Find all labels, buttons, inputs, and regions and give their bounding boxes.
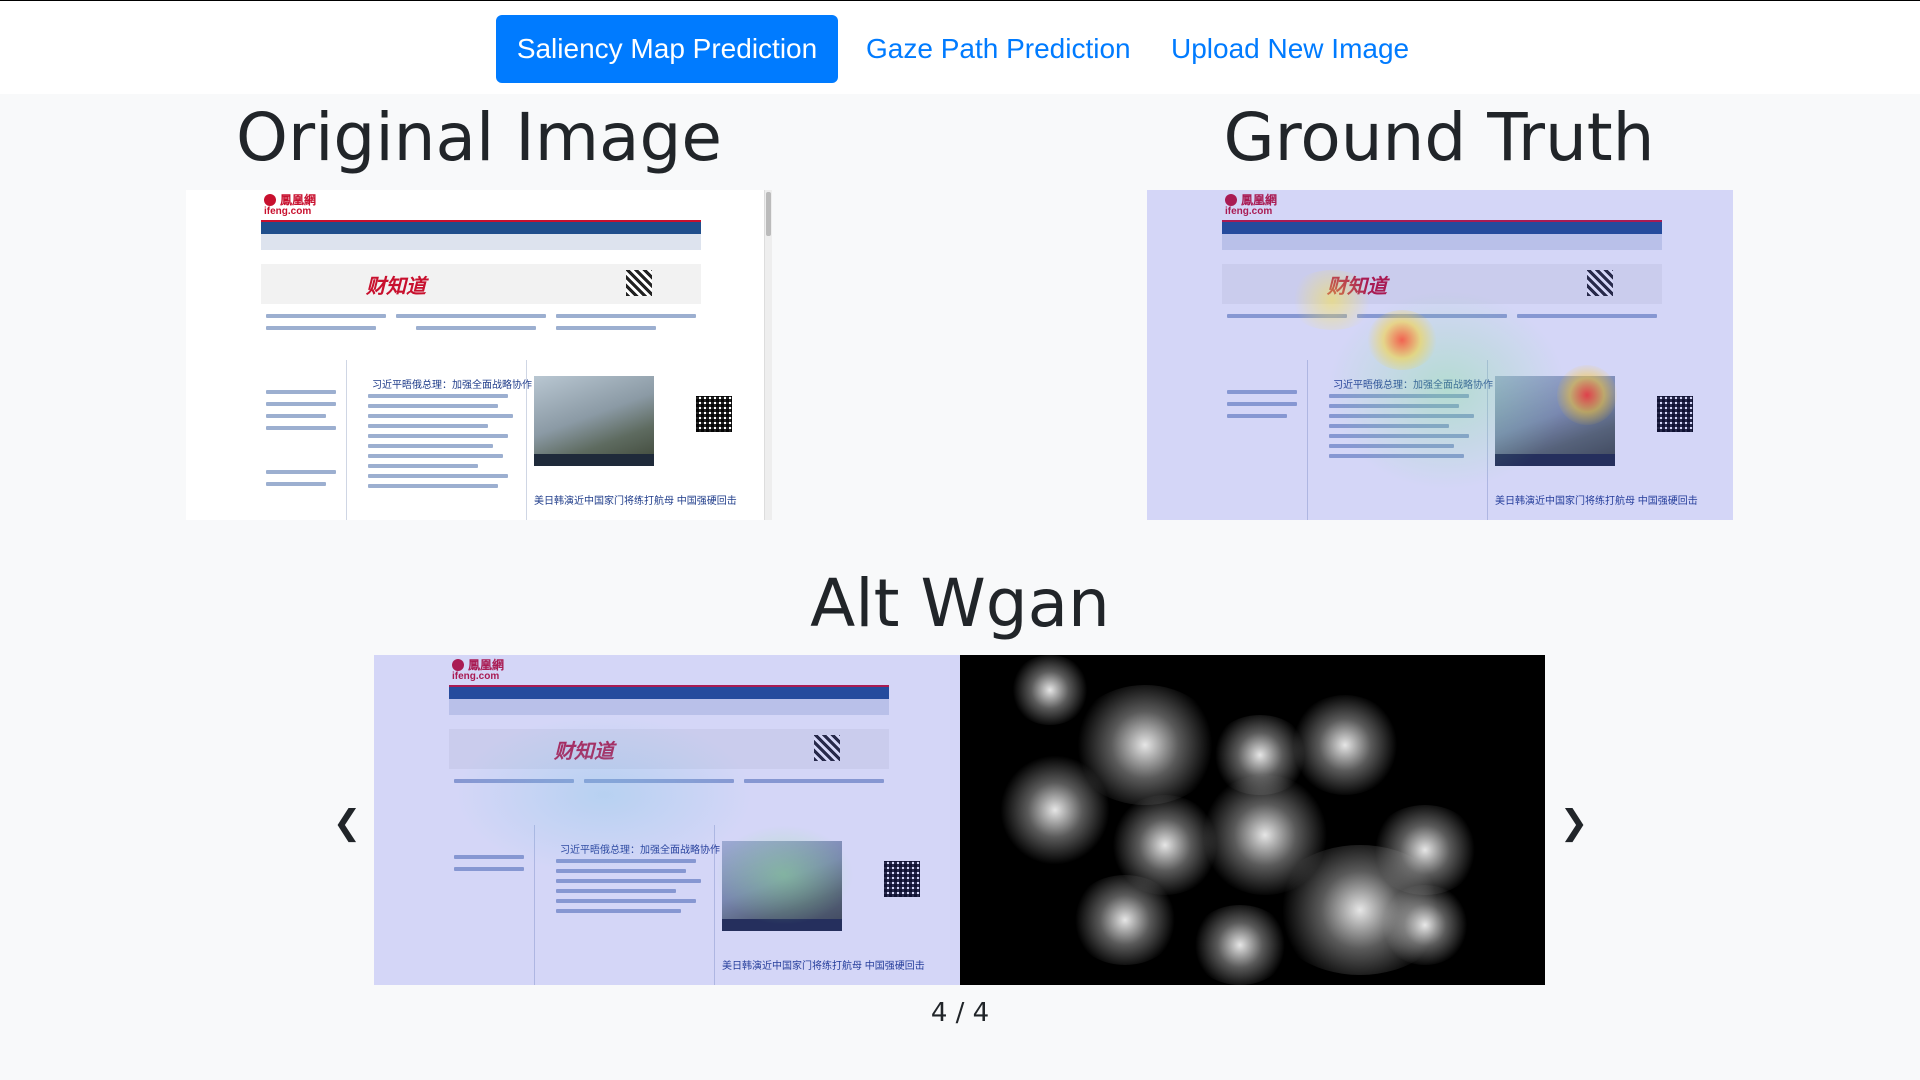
webpage-header: 鳳凰網 ifeng.com — [374, 655, 960, 685]
ifeng-logo-icon — [452, 659, 464, 671]
original-image: 鳳凰網 ifeng.com 财知道 习近平晤俄总理：加强全面战略协作 美日韩演近… — [186, 190, 772, 520]
webpage-scrollbar — [764, 190, 772, 520]
chevron-right-icon: ❯ — [1559, 803, 1589, 843]
heatmap-hotspot — [1367, 310, 1437, 370]
webpage-headline-secondary: 美日韩演近中国家门将练打航母 中国强硬回击 — [534, 496, 737, 507]
ground-truth-image: 鳳凰網 ifeng.com 财知道 习近平晤俄总理：加强全面战略协作 美日韩演近… — [1147, 190, 1733, 520]
qr-code-icon — [884, 861, 920, 897]
webpage-news-photo — [1495, 376, 1615, 466]
carousel-prev-button[interactable]: ❮ — [327, 798, 367, 848]
webpage-headline: 习近平晤俄总理：加强全面战略协作 — [1333, 380, 1493, 391]
ifeng-logo-icon — [1225, 194, 1237, 206]
webpage-header: 鳳凰網 ifeng.com — [186, 190, 772, 220]
predicted-saliency-map — [960, 655, 1545, 985]
tab-gaze-path-prediction[interactable]: Gaze Path Prediction — [862, 15, 1135, 83]
original-image-title: Original Image — [236, 99, 722, 176]
webpage-news-photo — [534, 376, 654, 466]
ad-qr-code-icon — [626, 270, 652, 296]
webpage-headline: 习近平晤俄总理：加强全面战略协作 — [560, 845, 720, 856]
model-title: Alt Wgan — [810, 565, 1110, 642]
webpage-ad-text: 财知道 — [366, 276, 426, 298]
webpage-ad-text: 财知道 — [554, 741, 614, 763]
carousel-counter: 4 / 4 — [930, 998, 990, 1028]
webpage-news-photo — [722, 841, 842, 931]
qr-code-icon — [696, 396, 732, 432]
ground-truth-title: Ground Truth — [1223, 99, 1655, 176]
webpage-headline-secondary: 美日韩演近中国家门将练打航母 中国强硬回击 — [722, 961, 925, 972]
ad-qr-code-icon — [1587, 270, 1613, 296]
webpage-header: 鳳凰網 ifeng.com — [1147, 190, 1733, 220]
qr-code-icon — [1657, 396, 1693, 432]
webpage-nav-strip — [1222, 220, 1662, 250]
top-navigation: Saliency Map Prediction Gaze Path Predic… — [0, 0, 1920, 94]
webpage-headline: 习近平晤俄总理：加强全面战略协作 — [372, 380, 532, 391]
logo-english-text: ifeng.com — [1225, 206, 1273, 217]
webpage-headline-secondary: 美日韩演近中国家门将练打航母 中国强硬回击 — [1495, 496, 1698, 507]
chevron-left-icon: ❮ — [332, 803, 362, 843]
prediction-overlay-image: 鳳凰網 ifeng.com 财知道 习近平晤俄总理：加强全面战略协作 美日韩演近… — [374, 655, 960, 985]
webpage-ad-text: 财知道 — [1327, 276, 1387, 298]
tab-saliency-map-prediction[interactable]: Saliency Map Prediction — [496, 15, 838, 83]
carousel-next-button[interactable]: ❯ — [1554, 798, 1594, 848]
tab-upload-new-image[interactable]: Upload New Image — [1167, 15, 1413, 83]
ad-qr-code-icon — [814, 735, 840, 761]
logo-english-text: ifeng.com — [452, 671, 500, 682]
logo-english-text: ifeng.com — [264, 206, 312, 217]
webpage-nav-strip — [449, 685, 889, 715]
ifeng-logo-icon — [264, 194, 276, 206]
webpage-nav-strip — [261, 220, 701, 250]
